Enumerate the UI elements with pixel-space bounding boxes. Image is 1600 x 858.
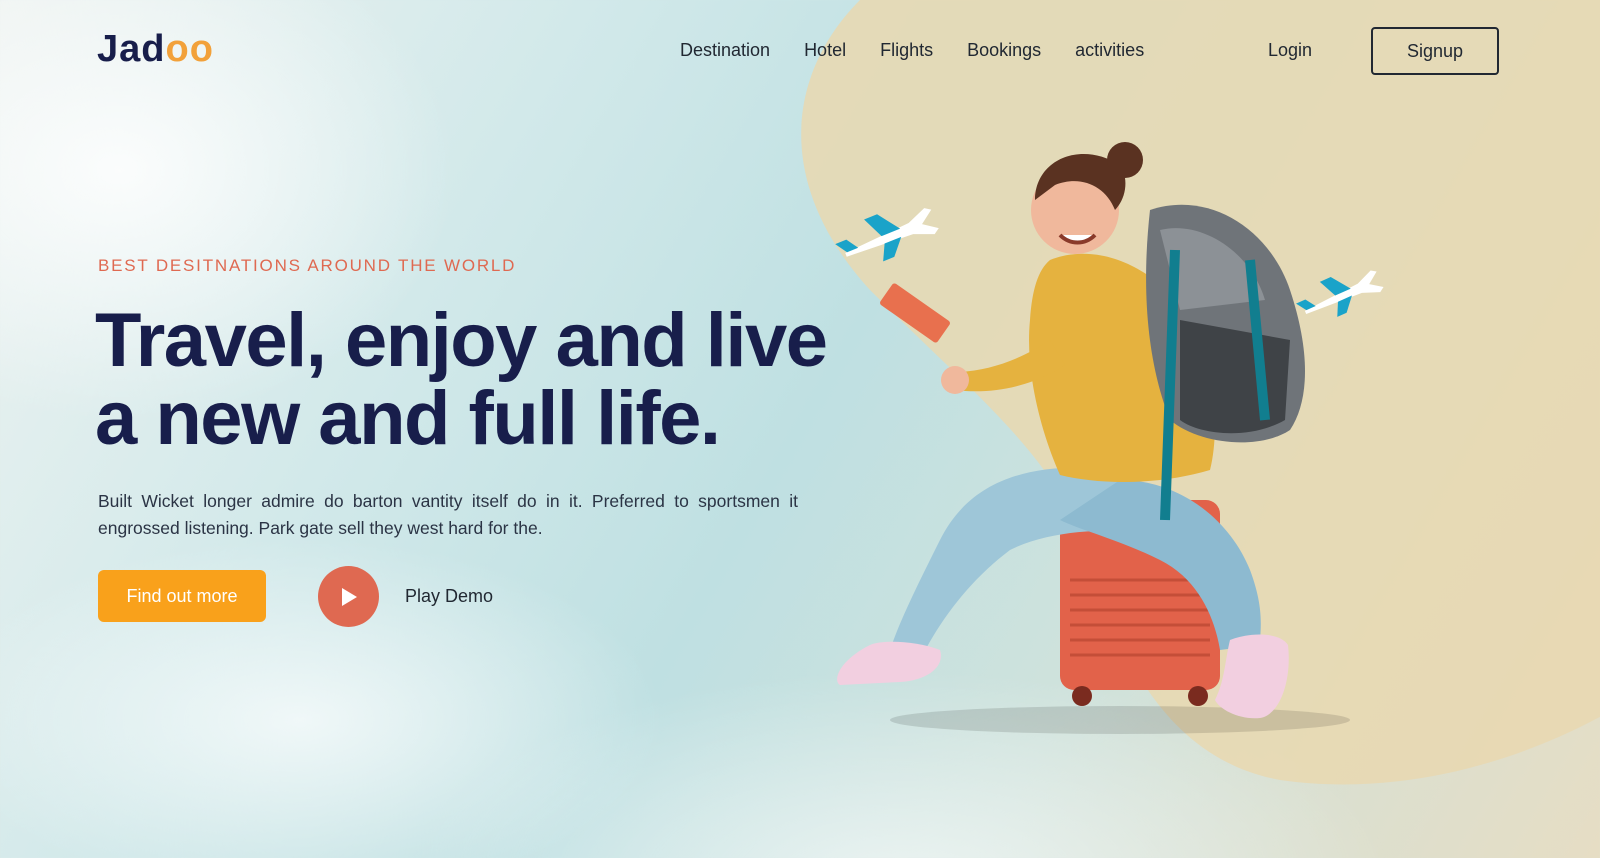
play-demo-button[interactable]: [318, 566, 379, 627]
hero-traveler-illustration: [835, 142, 1384, 734]
nav-item-hotel[interactable]: Hotel: [804, 40, 846, 61]
hero-description: Built Wicket longer admire do barton van…: [98, 491, 798, 538]
nav-item-destination[interactable]: Destination: [680, 40, 770, 61]
find-out-more-button[interactable]: Find out more: [98, 570, 266, 622]
nav-item-activities[interactable]: activities: [1075, 40, 1144, 61]
hero-headline-line-1: Travel, enjoy and live: [95, 298, 828, 383]
hero-headline: Travel, enjoy and live a new and full li…: [95, 302, 855, 458]
logo-text-suffix: oo: [165, 28, 214, 70]
signup-button[interactable]: Signup: [1371, 27, 1499, 75]
airplane-icon: [835, 208, 939, 262]
hero-eyebrow: BEST DESITNATIONS AROUND THE WORLD: [98, 256, 517, 275]
nav-item-flights[interactable]: Flights: [880, 40, 933, 61]
main-nav: Destination Hotel Flights Bookings activ…: [680, 40, 1144, 61]
airplane-icon: [1296, 270, 1384, 317]
login-link[interactable]: Login: [1268, 40, 1312, 61]
nav-item-bookings[interactable]: Bookings: [967, 40, 1041, 61]
play-icon: [341, 587, 357, 606]
brand-logo[interactable]: Jadoo: [97, 28, 214, 71]
hero-headline-line-2: a new and full life.: [95, 376, 721, 461]
play-demo-label[interactable]: Play Demo: [405, 586, 493, 607]
logo-text-prefix: Jad: [97, 28, 166, 70]
